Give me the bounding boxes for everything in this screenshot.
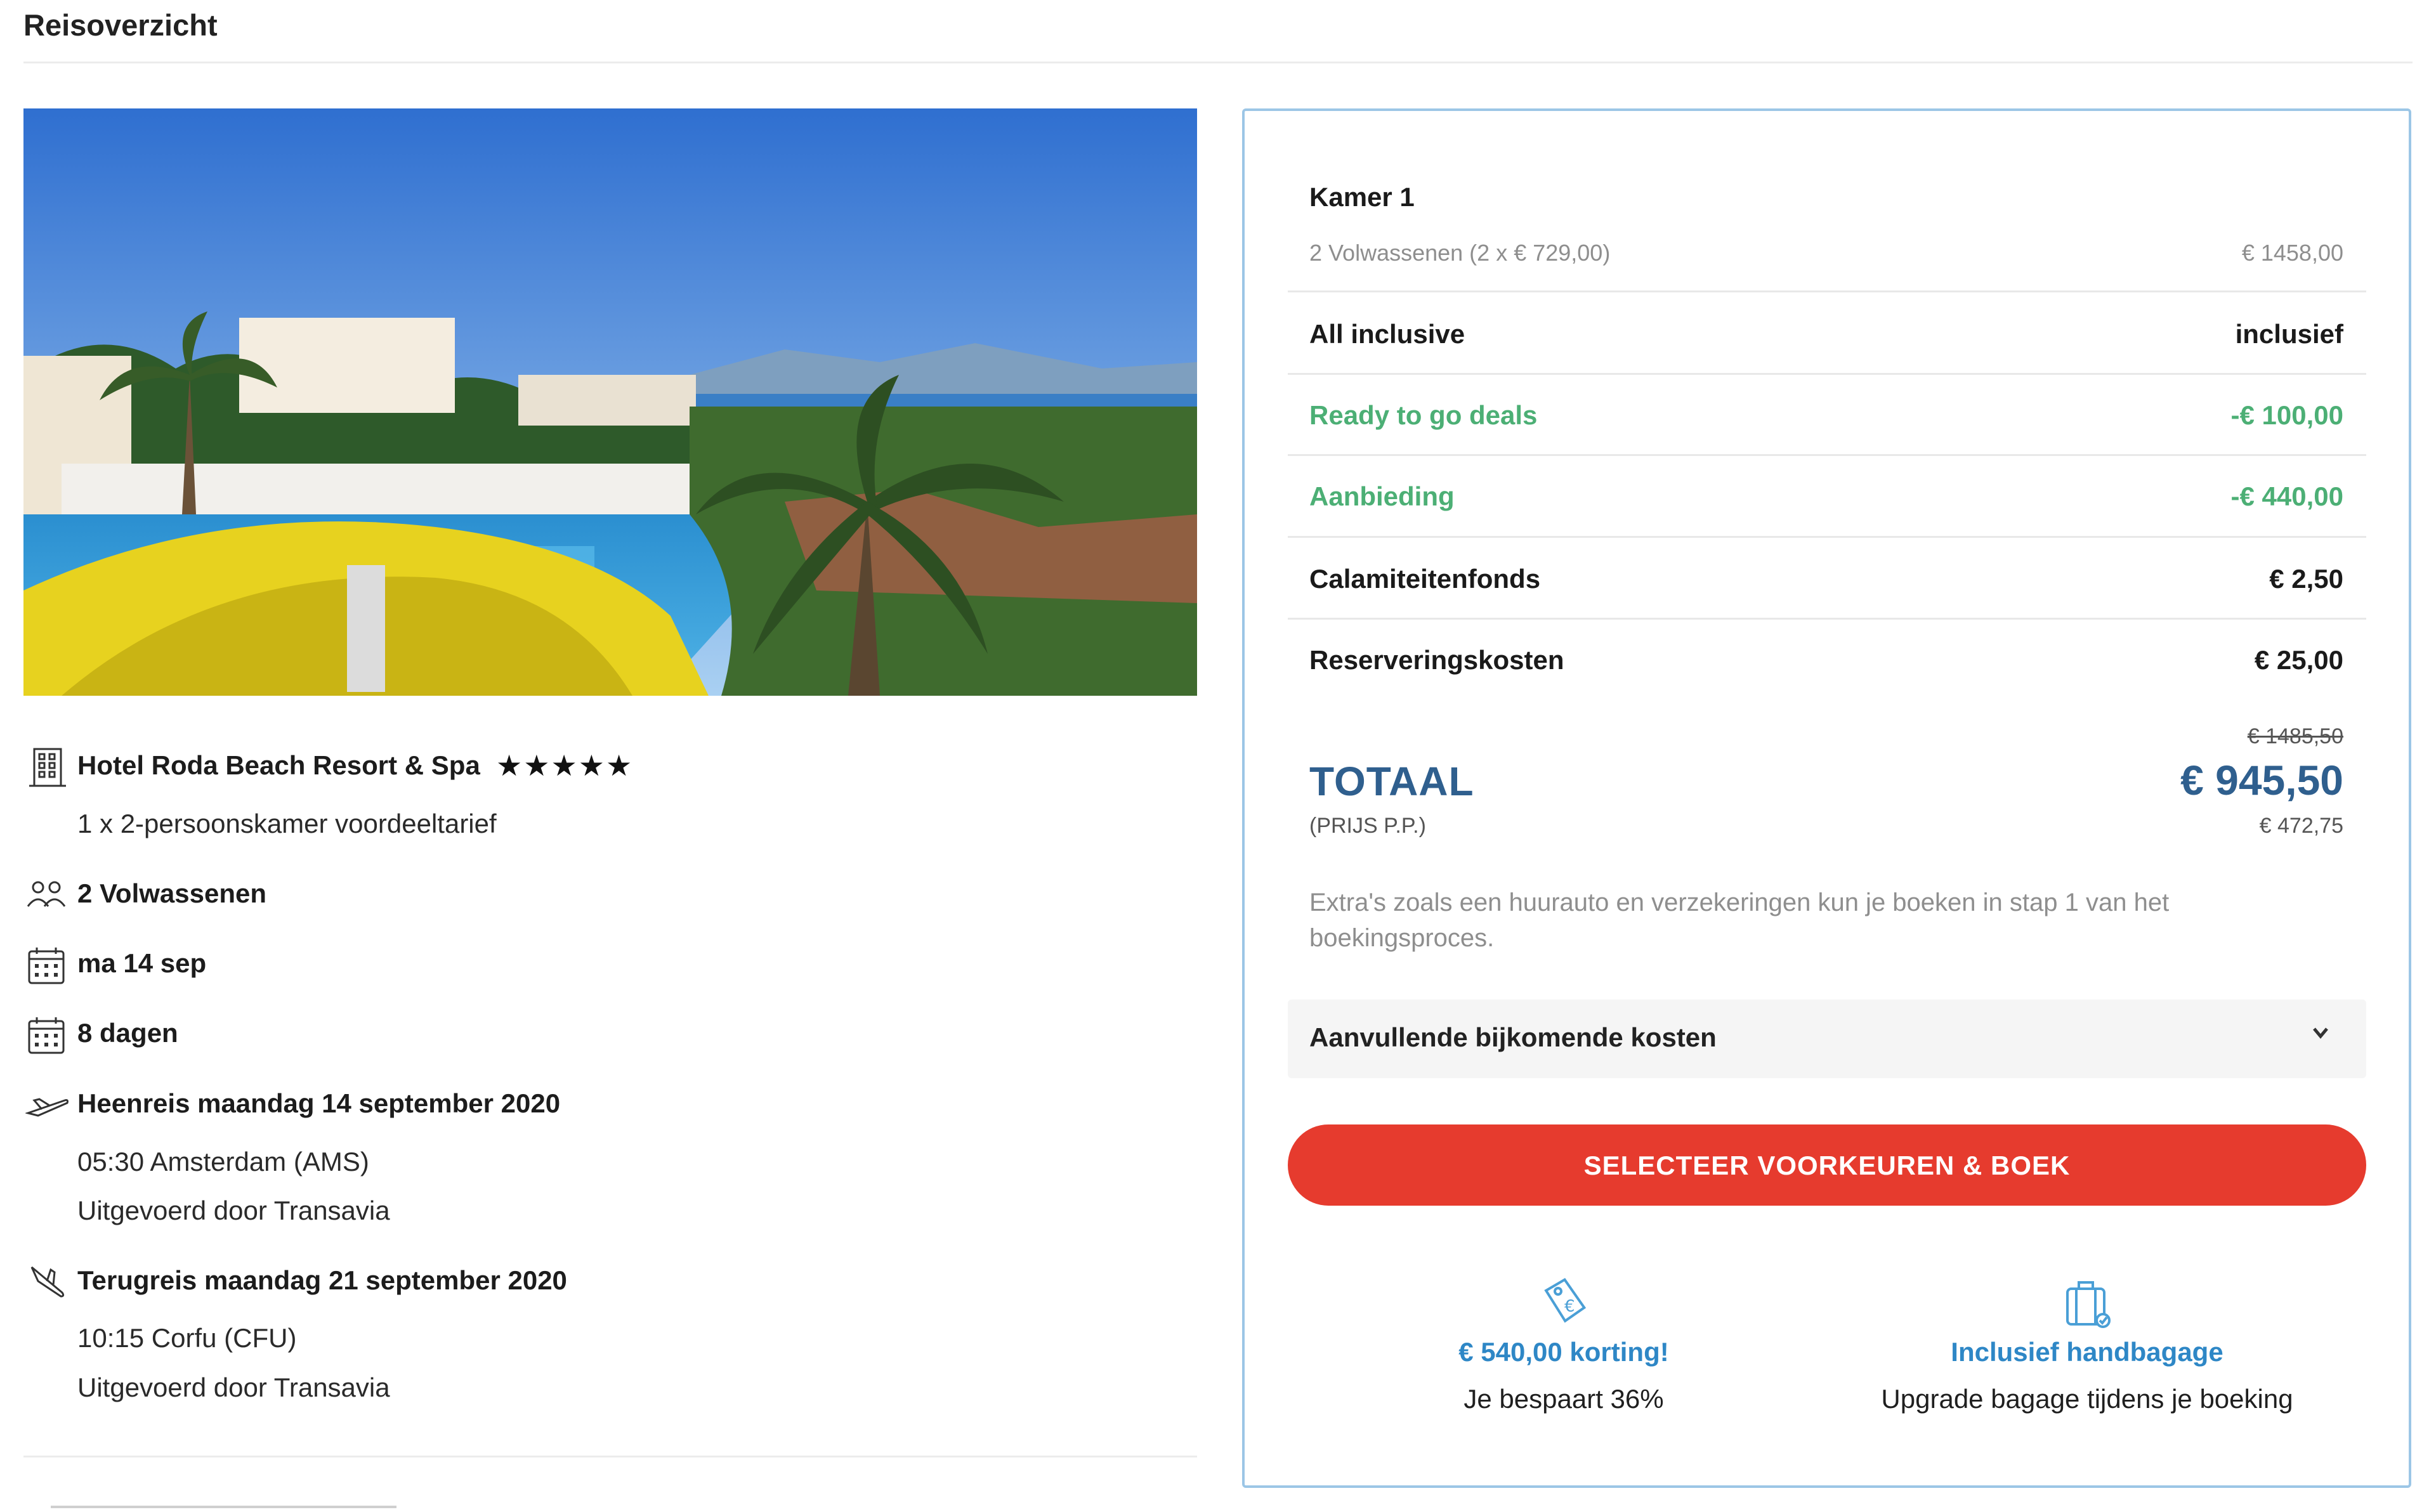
outbound-departure: 05:30 Amsterdam (AMS) [77, 1147, 369, 1176]
room-amount: € 1458,00 [2241, 240, 2343, 266]
reserveringskosten-value: € 25,00 [2254, 645, 2343, 675]
extra-costs-label[interactable]: Aanvullende bijkomende kosten [1309, 1022, 1717, 1053]
hand-luggage-usp-subtitle: Upgrade bagage tijdens je boeking [1881, 1384, 2293, 1414]
svg-text:€: € [1564, 1297, 1575, 1316]
discount-usp-subtitle: Je bespaart 36% [1464, 1384, 1664, 1414]
hand-luggage-usp-title: Inclusief handbagage [1951, 1337, 2223, 1367]
original-total-price: € 1485,50 [2247, 724, 2343, 748]
extras-note: Extra's zoals een huurauto en verzekerin… [1309, 889, 2170, 952]
page-title: Reisoverzicht [23, 8, 218, 42]
reserveringskosten-label: Reserveringskosten [1309, 645, 1564, 675]
select-preferences-book-button[interactable]: SELECTEER VOORKEUREN & BOEK [1288, 1124, 2366, 1206]
row-divider [1288, 618, 2366, 620]
calamiteitenfonds-label: Calamiteitenfonds [1309, 564, 1541, 594]
hotel-photo [23, 108, 1197, 696]
calamiteitenfonds-value: € 2,50 [2269, 564, 2343, 594]
outbound-operator: Uitgevoerd door Transavia [77, 1196, 390, 1225]
section-tab-indicator [51, 1506, 396, 1508]
total-label: TOTAAL [1309, 759, 1474, 804]
trip-duration: 8 dagen [77, 1018, 178, 1048]
header-divider [23, 62, 2413, 63]
row-divider [1288, 373, 2366, 375]
room-title: Kamer 1 [1309, 182, 1415, 212]
travelers-count: 2 Volwassenen [77, 878, 267, 908]
return-operator: Uitgevoerd door Transavia [77, 1372, 390, 1402]
plane-departure-icon [24, 1094, 70, 1132]
all-inclusive-value: inclusief [2235, 319, 2343, 349]
outbound-flight-title: Heenreis maandag 14 september 2020 [77, 1088, 561, 1118]
calendar-icon [25, 945, 70, 984]
aanbieding-label: Aanbieding [1309, 481, 1455, 511]
ready-to-go-deals-value: -€ 100,00 [2230, 400, 2343, 430]
ready-to-go-deals-label: Ready to go deals [1309, 400, 1538, 430]
return-flight-title: Terugreis maandag 21 september 2020 [77, 1265, 567, 1295]
discount-usp-title: € 540,00 korting! [1458, 1337, 1669, 1367]
suitcase-icon [2059, 1275, 2116, 1332]
row-divider [1288, 536, 2366, 538]
hotel-name[interactable]: Hotel Roda Beach Resort & Spa [77, 750, 480, 781]
aanbieding-value: -€ 440,00 [2230, 481, 2343, 511]
room-detail: 2 Volwassenen (2 x € 729,00) [1309, 240, 1611, 266]
details-divider [23, 1456, 1197, 1457]
travelers-icon [25, 878, 70, 916]
row-divider [1288, 454, 2366, 456]
hotel-star-rating: ★★★★★ [496, 749, 634, 782]
departure-date: ma 14 sep [77, 948, 207, 978]
room-type: 1 x 2-persoonskamer voordeeltarief [77, 809, 497, 838]
discount-tag-icon: € [1535, 1275, 1592, 1332]
return-departure: 10:15 Corfu (CFU) [77, 1323, 297, 1353]
hotel-building-icon [25, 745, 70, 787]
calendar-icon [25, 1015, 70, 1054]
all-inclusive-label: All inclusive [1309, 319, 1465, 349]
row-divider [1288, 290, 2366, 292]
price-per-person: € 472,75 [2259, 814, 2343, 838]
total-per-person-label: (PRIJS P.P.) [1309, 814, 1426, 838]
plane-arrival-icon [25, 1262, 70, 1300]
total-price: € 945,50 [2180, 757, 2343, 804]
chevron-down-icon[interactable] [2309, 1021, 2332, 1050]
